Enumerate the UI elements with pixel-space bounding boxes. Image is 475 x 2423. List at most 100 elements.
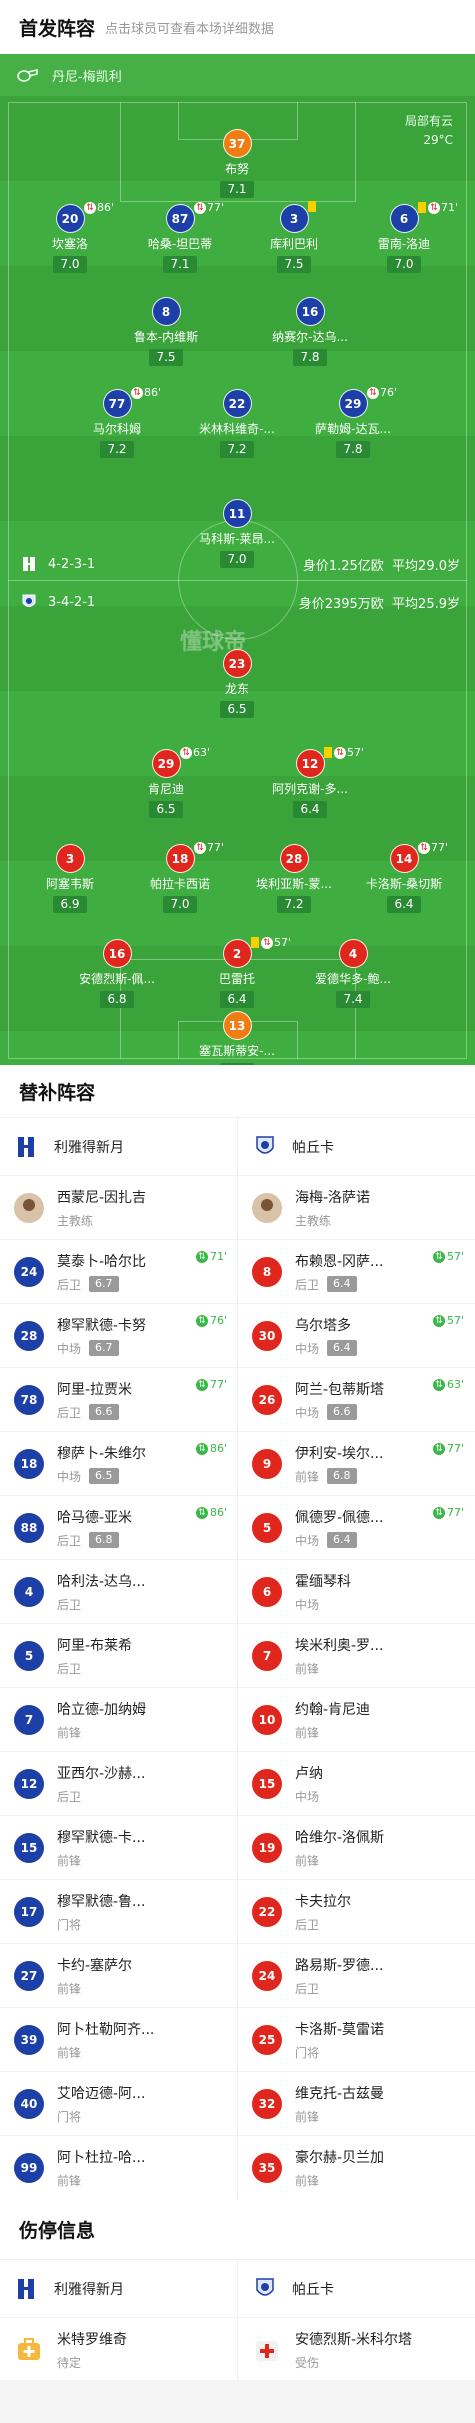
away-player[interactable]: 16 安德烈斯-佩... 6.8 — [69, 939, 165, 1008]
injured-player-home[interactable]: 米特罗维奇 待定 — [0, 2318, 237, 2381]
substitute-player[interactable]: 4 哈利法-达乌... 后卫 — [0, 1560, 237, 1623]
substitute-player[interactable]: 99 阿卜杜拉-哈... 前锋 — [0, 2136, 237, 2199]
player-name: 哈利法-达乌... — [57, 1573, 146, 1590]
substitute-player[interactable]: 9 伊利安-埃尔... 前锋 6.8 ⇅ 77' — [237, 1432, 474, 1495]
player-rating: 7.0 — [220, 551, 254, 568]
substitute-player[interactable]: 8 布赖恩-冈萨... 后卫 6.4 ⇅ 57' — [237, 1240, 474, 1303]
substitute-player[interactable]: 28 穆罕默德-卡努 中场 6.7 ⇅ 76' — [0, 1304, 237, 1367]
away-team-label[interactable]: 帕丘卡 — [237, 1118, 474, 1175]
away-player[interactable]: 2 ⇅ 57' 巴雷托 6.4 — [189, 936, 291, 1008]
home-player[interactable]: 87 ⇅ 77' 哈桑-坦巴蒂 7.1 — [132, 201, 228, 273]
player-rating: 7.0 — [53, 256, 87, 273]
player-name: 穆罕默德-卡努 — [57, 1317, 147, 1334]
home-player[interactable]: 8 鲁本-内维斯 7.5 — [118, 297, 214, 366]
player-events: ⇅ 86' — [131, 386, 161, 399]
home-player[interactable]: 3 库利巴利 7.5 — [246, 201, 342, 273]
injury-home-team[interactable]: 利雅得新月 — [0, 2260, 237, 2317]
substitute-player[interactable]: 88 哈马德-亚米 后卫 6.8 ⇅ 86' — [0, 1496, 237, 1559]
lineup-header: 首发阵容 点击球员可查看本场详细数据 — [0, 0, 475, 54]
home-player[interactable]: 29 ⇅ 76' 萨勒姆-达瓦... 7.8 — [305, 386, 401, 458]
away-player[interactable]: 28 埃利亚斯-蒙... 7.2 — [246, 844, 342, 913]
home-player[interactable]: 37 布努 7.1 — [189, 129, 285, 198]
substitute-player[interactable]: 10 约翰-肯尼迪 前锋 — [237, 1688, 474, 1751]
home-player[interactable]: 6 ⇅ 71' 雷南-洛迪 7.0 — [356, 201, 458, 273]
player-events — [308, 201, 318, 212]
substitute-player[interactable]: 19 哈维尔-洛佩斯 前锋 — [237, 1816, 474, 1879]
sub-minute: 57' — [446, 1250, 464, 1263]
away-player[interactable]: 23 龙东 6.5 — [189, 649, 285, 718]
jersey-number: 28 — [14, 1320, 44, 1351]
player-name: 阿里-拉贾米 — [57, 1381, 133, 1398]
substitute-player[interactable]: 78 阿里-拉贾米 后卫 6.6 ⇅ 77' — [0, 1368, 237, 1431]
substitute-player[interactable]: 15 卢纳 中场 — [237, 1752, 474, 1815]
substitute-player[interactable]: 5 佩德罗-佩德... 中场 6.4 ⇅ 77' — [237, 1496, 474, 1559]
home-team-label[interactable]: 利雅得新月 — [0, 1118, 237, 1175]
pachuca-logo-icon — [256, 1135, 274, 1154]
substitute-player[interactable]: 32 维克托-古兹曼 前锋 — [237, 2072, 474, 2135]
substitute-player[interactable]: 5 阿里-布莱希 后卫 — [0, 1624, 237, 1687]
substitute-player[interactable]: 35 豪尔赫-贝兰加 前锋 — [237, 2136, 474, 2199]
home-player[interactable]: 22 米林科维奇-... 7.2 — [189, 389, 285, 458]
injury-away-team[interactable]: 帕丘卡 — [237, 2260, 474, 2317]
away-coach[interactable]: 海梅-洛萨诺 主教练 — [237, 1176, 474, 1239]
substitute-player[interactable]: 7 哈立德-加纳姆 前锋 — [0, 1688, 237, 1751]
away-player[interactable]: 4 爱德华多-鲍... 7.4 — [305, 939, 401, 1008]
substitute-player[interactable]: 12 亚西尔-沙赫... 后卫 — [0, 1752, 237, 1815]
jersey-number: 26 — [252, 1384, 282, 1415]
home-coach[interactable]: 西蒙尼-因扎吉 主教练 — [0, 1176, 237, 1239]
home-player[interactable]: 16 纳赛尔-达乌... 7.8 — [262, 297, 358, 366]
substitute-player[interactable]: 30 乌尔塔多 中场 6.4 ⇅ 57' — [237, 1304, 474, 1367]
jersey-number: 9 — [252, 1448, 282, 1479]
substitute-player[interactable]: 24 莫泰卜-哈尔比 后卫 6.7 ⇅ 71' — [0, 1240, 237, 1303]
away-player[interactable]: 18 ⇅ 77' 帕拉卡西诺 7.0 — [132, 841, 228, 913]
player-name: 萨勒姆-达瓦... — [315, 422, 391, 436]
substitute-player[interactable]: 7 埃米利奥-罗... 前锋 — [237, 1624, 474, 1687]
sub-off-icon: ⇅ — [84, 201, 96, 214]
player-name: 鲁本-内维斯 — [133, 330, 199, 344]
substitute-player[interactable]: 25 卡洛斯-莫雷诺 门将 — [237, 2008, 474, 2071]
home-player[interactable]: 11 马科斯-莱昂... 7.0 — [189, 499, 285, 568]
home-player[interactable]: 77 ⇅ 86' 马尔科姆 7.2 — [69, 386, 165, 458]
player-events: ⇅ 86' — [84, 201, 114, 214]
substitute-player[interactable]: 26 阿兰-包蒂斯塔 中场 6.6 ⇅ 63' — [237, 1368, 474, 1431]
injured-player-away[interactable]: 安德烈斯-米科尔塔 受伤 — [237, 2318, 474, 2381]
player-rating: 6.4 — [327, 1340, 357, 1356]
jersey-number: 40 — [14, 2088, 44, 2119]
substitute-player[interactable]: 6 霍缅琴科 中场 — [237, 1560, 474, 1623]
substitute-player[interactable]: 22 卡夫拉尔 后卫 — [237, 1880, 474, 1943]
sub-minute: 77' — [446, 1442, 464, 1455]
jersey-number: 6 — [389, 204, 419, 233]
player-rating: 7.2 — [277, 896, 311, 913]
jersey-number: 19 — [252, 1832, 282, 1863]
yellow-card-icon — [308, 201, 316, 212]
substitute-player[interactable]: 15 穆罕默德-卡... 前锋 — [0, 1816, 237, 1879]
substitute-player[interactable]: 17 穆罕默德-鲁... 门将 — [0, 1880, 237, 1943]
substitute-player[interactable]: 39 阿卜杜勒阿齐... 前锋 — [0, 2008, 237, 2071]
player-position: 前锋 — [295, 1661, 320, 1676]
sub-on-info: ⇅ 57' — [432, 1314, 464, 1327]
page-footer — [0, 2380, 475, 2423]
pachuca-logo-icon — [256, 2277, 274, 2296]
home-value: 身价1.25亿欧 — [302, 558, 384, 574]
home-formation: 4-2-3-1 — [48, 556, 96, 572]
sub-on-info: ⇅ 63' — [432, 1378, 464, 1391]
away-player[interactable]: 3 阿塞韦斯 6.9 — [22, 844, 118, 913]
substitute-player[interactable]: 40 艾哈迈德-阿... 门将 — [0, 2072, 237, 2135]
player-rating: 6.5 — [89, 1468, 119, 1484]
home-player[interactable]: 20 ⇅ 86' 坎塞洛 7.0 — [22, 201, 118, 273]
pitch: 丹尼-梅凯利 局部有云 29°C 懂球帝 4-2-3-1 身价1.25亿欧 平均… — [0, 54, 475, 1065]
substitute-player[interactable]: 27 卡约-塞萨尔 前锋 — [0, 1944, 237, 2007]
player-name: 塞瓦斯蒂安-... — [199, 1044, 275, 1058]
player-position: 前锋 — [295, 1725, 320, 1740]
substitute-player[interactable]: 24 路易斯-罗德... 后卫 — [237, 1944, 474, 2007]
player-position: 中场 — [295, 1533, 320, 1548]
away-player[interactable]: 14 ⇅ 77' 卡洛斯-桑切斯 6.4 — [356, 841, 452, 913]
away-player[interactable]: 13塞瓦斯蒂安-...5.9 — [189, 1011, 285, 1065]
sub-on-icon: ⇅ — [432, 1378, 445, 1391]
away-player[interactable]: 29 ⇅ 63' 肯尼迪 6.5 — [118, 746, 214, 818]
substitute-player[interactable]: 18 穆萨卜-朱维尔 中场 6.5 ⇅ 86' — [0, 1432, 237, 1495]
player-position: 后卫 — [295, 1277, 320, 1292]
away-player[interactable]: 12 ⇅ 57' 阿列克谢-多... 6.4 — [262, 746, 364, 818]
player-rating: 6.9 — [53, 896, 87, 913]
player-position: 中场 — [295, 1597, 320, 1612]
